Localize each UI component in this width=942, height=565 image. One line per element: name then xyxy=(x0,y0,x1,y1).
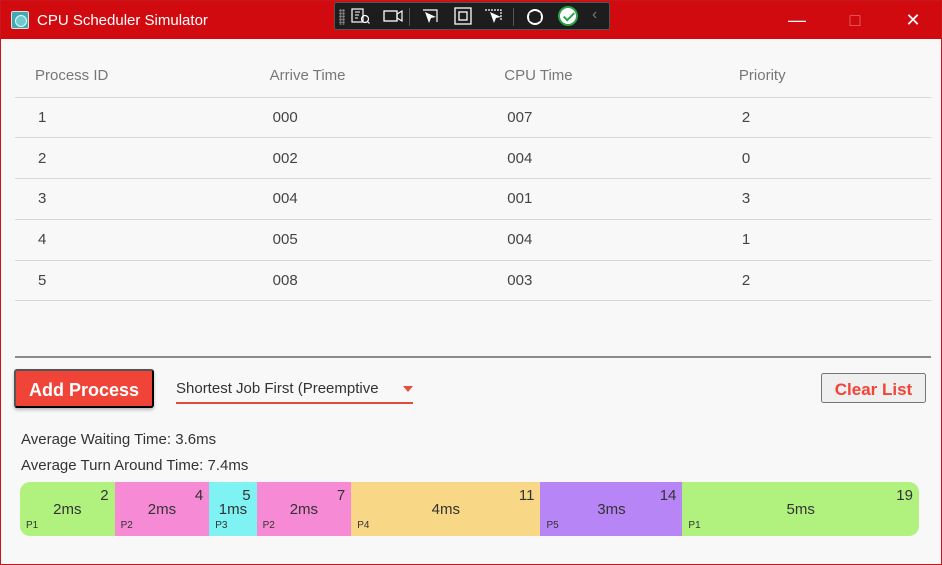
cpu-time-cell: 003 xyxy=(484,260,719,302)
maximize-button[interactable]: □ xyxy=(826,1,884,39)
section-divider xyxy=(15,356,931,358)
minimize-button[interactable]: — xyxy=(768,1,826,39)
priority-cell: 0 xyxy=(718,137,931,180)
process-id-cell: 5 xyxy=(15,260,250,302)
gantt-chart: 2 2ms P1 4 2ms P2 5 1ms P3 7 2ms P2 11 4ms P4 14 3ms P5 19… xyxy=(20,482,919,536)
gantt-duration: 4ms xyxy=(431,501,460,518)
scheduling-algorithm-select[interactable]: Shortest Job First (Preemptive xyxy=(176,371,413,404)
clear-list-button[interactable]: Clear List xyxy=(821,373,926,403)
layout-bounds-icon[interactable] xyxy=(451,5,475,27)
toolbar-grip[interactable] xyxy=(339,9,345,25)
adorner-icon[interactable] xyxy=(483,5,507,27)
chevron-down-icon[interactable] xyxy=(403,386,413,392)
camera-record-icon[interactable] xyxy=(381,5,405,27)
arrive-time-cell: 008 xyxy=(249,260,485,302)
priority-cell: 1 xyxy=(718,219,931,261)
gantt-process-label: P4 xyxy=(357,520,370,531)
select-element-icon[interactable] xyxy=(419,5,443,27)
gantt-duration: 2ms xyxy=(147,501,177,518)
cpu-time-cell: 004 xyxy=(484,219,719,261)
gantt-duration: 5ms xyxy=(786,501,815,518)
window-title: CPU Scheduler Simulator xyxy=(37,12,208,29)
process-id-cell: 4 xyxy=(15,219,250,261)
gantt-process-label: P2 xyxy=(120,520,133,531)
collapse-toolbar-icon[interactable]: ‹ xyxy=(592,6,597,24)
toolbar-separator xyxy=(513,8,514,26)
process-id-cell: 3 xyxy=(15,178,250,220)
gantt-block-p3: 5 1ms P3 xyxy=(209,482,257,536)
table-row[interactable]: 2 002 004 0 xyxy=(15,137,931,180)
hot-reload-icon[interactable] xyxy=(523,5,547,27)
arrive-time-cell: 002 xyxy=(249,137,485,180)
average-turnaround-time: Average Turn Around Time: 7.4ms xyxy=(21,457,249,474)
gantt-block-p4: 11 4ms P4 xyxy=(351,482,541,536)
column-header-cpu-time: CPU Time xyxy=(484,54,719,98)
developer-toolbar: ‹ xyxy=(334,2,610,30)
gantt-process-label: P1 xyxy=(26,520,39,531)
gantt-process-label: P3 xyxy=(215,520,228,531)
priority-cell: 2 xyxy=(718,97,931,139)
gantt-process-label: P1 xyxy=(688,520,701,531)
cpu-time-cell: 001 xyxy=(484,178,719,220)
priority-cell: 3 xyxy=(718,178,931,220)
priority-cell: 2 xyxy=(718,260,931,302)
main-content: Process ID Arrive Time CPU Time Priority… xyxy=(1,39,941,564)
gantt-block-p1: 19 5ms P1 xyxy=(682,482,919,536)
column-header-arrive-time: Arrive Time xyxy=(249,54,485,98)
table-row[interactable]: 1 000 007 2 xyxy=(15,97,931,139)
gantt-duration: 2ms xyxy=(289,501,319,518)
gantt-duration: 3ms xyxy=(597,501,626,518)
application-window: CPU Scheduler Simulator ‹ — □ ✕ Process … xyxy=(0,0,942,565)
table-row[interactable]: 4 005 004 1 xyxy=(15,219,931,261)
gantt-process-label: P2 xyxy=(262,520,275,531)
average-waiting-time: Average Waiting Time: 3.6ms xyxy=(21,431,217,448)
gantt-duration: 1ms xyxy=(218,501,248,518)
table-row[interactable]: 3 004 001 3 xyxy=(15,178,931,220)
process-table: Process ID Arrive Time CPU Time Priority… xyxy=(15,54,931,302)
binding-check-icon[interactable] xyxy=(558,6,578,26)
inspect-element-icon[interactable] xyxy=(349,5,373,27)
gantt-duration: 2ms xyxy=(53,501,82,518)
process-id-cell: 2 xyxy=(15,137,250,180)
cpu-scheduler-app-icon xyxy=(11,11,29,29)
table-header-row: Process ID Arrive Time CPU Time Priority xyxy=(15,54,931,98)
add-process-button[interactable]: Add Process xyxy=(14,369,154,408)
column-header-priority: Priority xyxy=(718,54,931,98)
process-id-cell: 1 xyxy=(15,97,250,139)
cpu-time-cell: 007 xyxy=(484,97,719,139)
arrive-time-cell: 004 xyxy=(249,178,485,220)
arrive-time-cell: 005 xyxy=(249,219,485,261)
gantt-block-p5: 14 3ms P5 xyxy=(540,482,683,536)
toolbar-separator xyxy=(409,8,410,26)
gantt-block-p2: 7 2ms P2 xyxy=(256,482,352,536)
title-bar[interactable]: CPU Scheduler Simulator ‹ — □ ✕ xyxy=(1,1,941,39)
close-button[interactable]: ✕ xyxy=(884,1,942,39)
gantt-block-p2: 4 2ms P2 xyxy=(114,482,210,536)
gantt-block-p1: 2 2ms P1 xyxy=(20,482,115,536)
selected-algorithm: Shortest Job First (Preemptive xyxy=(176,380,379,397)
column-header-process-id: Process ID xyxy=(15,54,250,98)
cpu-time-cell: 004 xyxy=(484,137,719,180)
arrive-time-cell: 000 xyxy=(249,97,485,139)
gantt-process-label: P5 xyxy=(546,520,559,531)
table-row[interactable]: 5 008 003 2 xyxy=(15,260,931,302)
